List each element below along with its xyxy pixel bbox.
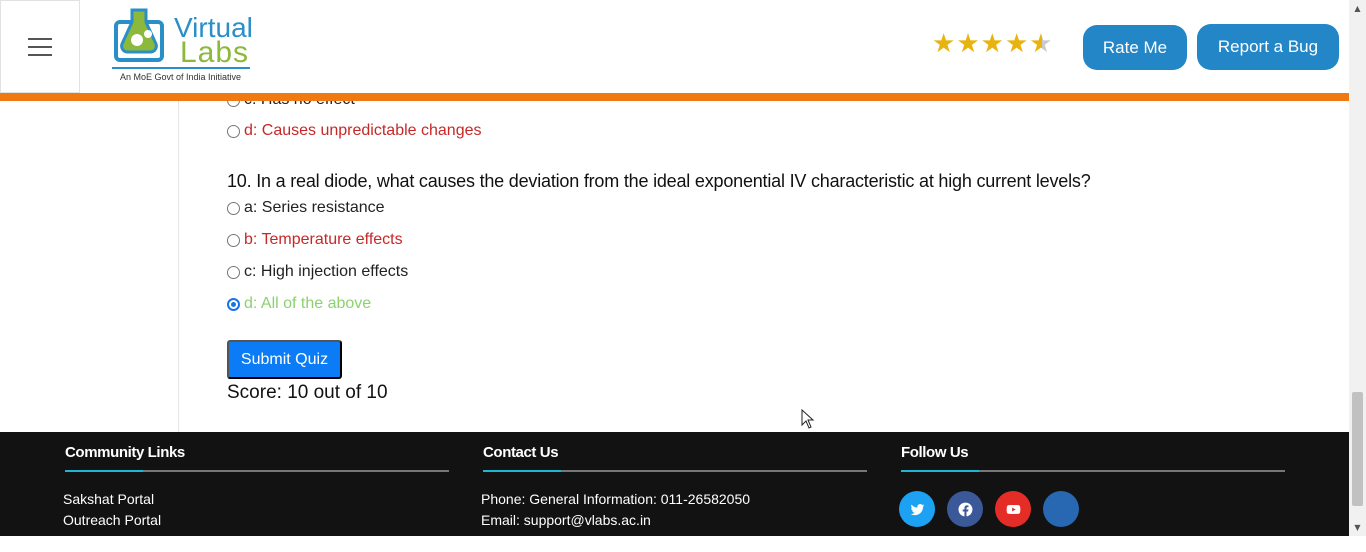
content-divider bbox=[178, 101, 179, 432]
menu-toggle-button[interactable] bbox=[0, 0, 80, 93]
logo-tagline: An MoE Govt of India Initiative bbox=[120, 72, 242, 82]
star-icon: ★ bbox=[956, 29, 980, 59]
link-faq[interactable]: FAQ: Virtual Labs bbox=[63, 531, 449, 552]
contact-email[interactable]: Email: support@vlabs.ac.in bbox=[481, 510, 867, 531]
quiz-content: c: Has no effect d: Causes unpredictable… bbox=[0, 101, 1349, 432]
rating-stars[interactable]: ★ ★ ★ ★ ★ bbox=[932, 31, 1053, 57]
section-divider bbox=[65, 470, 449, 472]
linkedin-icon[interactable] bbox=[1043, 491, 1079, 527]
hamburger-icon bbox=[28, 37, 52, 56]
scroll-thumb[interactable] bbox=[1352, 392, 1363, 506]
virtual-labs-logo[interactable]: Virtual Labs An MoE Govt of India Initia… bbox=[108, 6, 258, 86]
option-label: c: Has no effect bbox=[244, 101, 355, 109]
option-label: d: All of the above bbox=[244, 295, 372, 312]
follow-us-section: Follow Us bbox=[899, 444, 1285, 527]
link-sakshat-portal[interactable]: Sakshat Portal bbox=[63, 489, 449, 510]
scroll-down-arrow-icon[interactable]: ▼ bbox=[1349, 519, 1366, 536]
report-bug-button[interactable]: Report a Bug bbox=[1197, 24, 1339, 70]
scroll-up-arrow-icon[interactable]: ▲ bbox=[1349, 0, 1366, 17]
prev-question-option-c[interactable]: c: Has no effect bbox=[227, 101, 355, 109]
score-text: Score: 10 out of 10 bbox=[227, 382, 388, 403]
submit-quiz-button[interactable]: Submit Quiz bbox=[227, 340, 342, 379]
contact-phone: Phone: General Information: 011-26582050 bbox=[481, 491, 751, 507]
site-footer: Community Links Sakshat Portal Outreach … bbox=[0, 432, 1349, 549]
question-10-option-b[interactable]: b: Temperature effects bbox=[227, 231, 403, 249]
link-outreach-portal[interactable]: Outreach Portal bbox=[63, 510, 449, 531]
twitter-icon[interactable] bbox=[899, 491, 935, 527]
community-links-title: Community Links bbox=[65, 444, 185, 461]
mouse-cursor-icon bbox=[801, 409, 815, 429]
radio-button[interactable] bbox=[227, 201, 240, 215]
radio-button[interactable] bbox=[227, 124, 240, 138]
star-icon: ★ bbox=[1004, 29, 1029, 59]
site-header: Virtual Labs An MoE Govt of India Initia… bbox=[0, 0, 1349, 93]
logo-divider bbox=[112, 67, 250, 69]
facebook-icon[interactable] bbox=[947, 491, 983, 527]
star-icon: ★ bbox=[932, 29, 956, 59]
follow-us-title: Follow Us bbox=[901, 444, 969, 461]
radio-button[interactable] bbox=[227, 101, 240, 107]
rate-me-button[interactable]: Rate Me bbox=[1083, 25, 1187, 70]
option-label: d: Causes unpredictable changes bbox=[244, 122, 482, 139]
question-10-text: 10. In a real diode, what causes the dev… bbox=[227, 171, 1091, 191]
youtube-icon[interactable] bbox=[995, 491, 1031, 527]
radio-button[interactable] bbox=[227, 265, 240, 279]
question-10-option-a[interactable]: a: Series resistance bbox=[227, 199, 385, 217]
question-10-option-c[interactable]: c: High injection effects bbox=[227, 263, 408, 281]
logo-word-labs: Labs bbox=[180, 36, 250, 69]
contact-us-title: Contact Us bbox=[483, 444, 559, 461]
option-label: b: Temperature effects bbox=[244, 231, 403, 248]
header-accent-bar bbox=[0, 93, 1349, 101]
half-star-icon: ★ bbox=[1029, 29, 1053, 59]
question-10-option-d[interactable]: d: All of the above bbox=[227, 295, 371, 313]
section-divider bbox=[483, 470, 867, 472]
page-scrollbar[interactable]: ▲ ▼ bbox=[1349, 0, 1366, 536]
section-divider bbox=[901, 470, 1285, 472]
option-label: a: Series resistance bbox=[244, 199, 385, 216]
radio-button-checked[interactable] bbox=[227, 297, 240, 311]
contact-us-section: Contact Us Phone: General Information: 0… bbox=[481, 444, 867, 531]
prev-question-option-d[interactable]: d: Causes unpredictable changes bbox=[227, 122, 482, 140]
radio-button[interactable] bbox=[227, 233, 240, 247]
star-icon: ★ bbox=[980, 29, 1004, 59]
option-label: c: High injection effects bbox=[244, 263, 409, 280]
flask-logo-icon bbox=[114, 8, 164, 62]
